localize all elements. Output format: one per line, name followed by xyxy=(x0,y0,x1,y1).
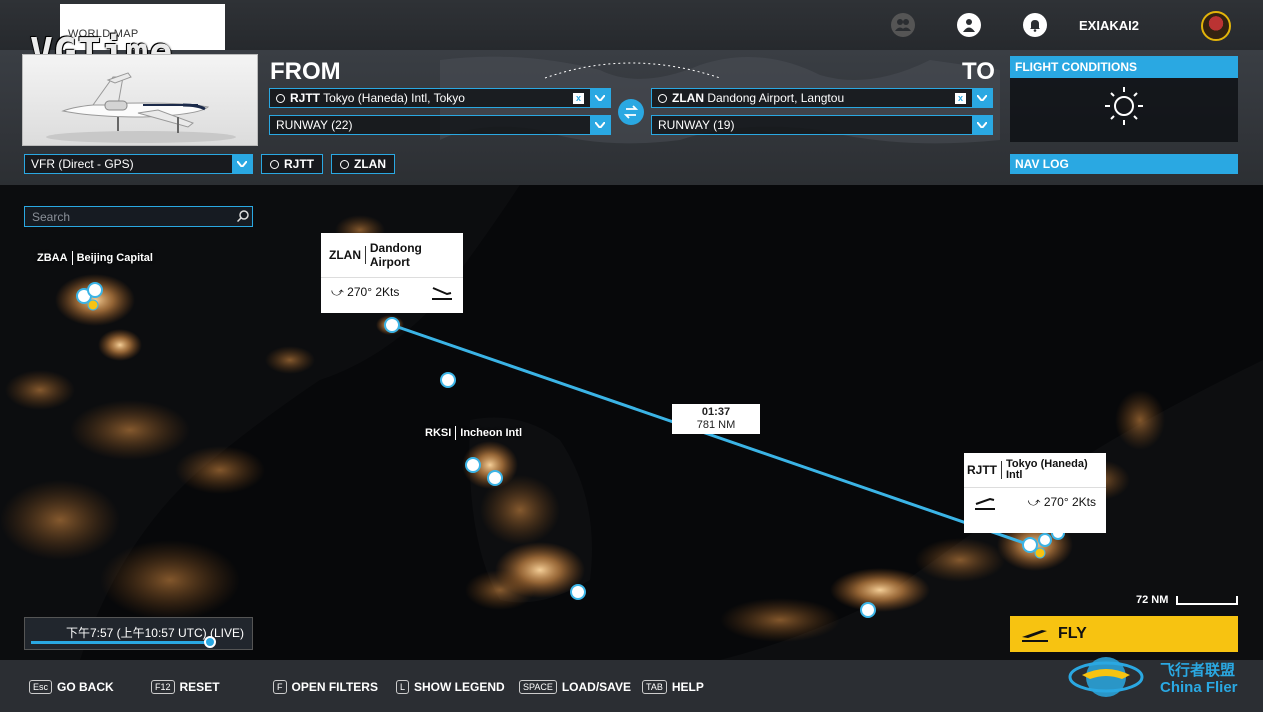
airport-icon xyxy=(340,159,349,169)
chevron-down-icon[interactable] xyxy=(590,89,610,107)
departure-runway-select[interactable]: RUNWAY (22) xyxy=(269,115,611,135)
takeoff-icon xyxy=(975,497,995,510)
time-of-day-panel[interactable]: 下午7:57 (上午10:57 UTC) (LIVE) xyxy=(24,617,253,650)
card-wind: 270° 2Kts xyxy=(1043,494,1096,509)
airport-icon xyxy=(658,93,667,103)
departure-runway: RUNWAY (22) xyxy=(276,118,353,132)
open-filters-button[interactable]: F OPEN FILTERS xyxy=(273,680,378,694)
flight-plan-mode: VFR (Direct - GPS) xyxy=(31,157,134,171)
map-search-input[interactable]: Search xyxy=(24,206,253,227)
friends-icon[interactable] xyxy=(891,13,915,37)
map-canvas xyxy=(0,185,1263,660)
departure-icao: RJTT xyxy=(290,91,320,105)
flight-plan-mode-select[interactable]: VFR (Direct - GPS) xyxy=(24,154,253,174)
takeoff-icon xyxy=(1022,630,1048,642)
clear-departure-icon[interactable]: x xyxy=(573,92,584,104)
chevron-down-icon[interactable] xyxy=(232,155,252,173)
profile-icon[interactable] xyxy=(957,13,981,37)
chevron-down-icon[interactable] xyxy=(590,116,610,134)
clear-arrival-icon[interactable]: x xyxy=(955,92,966,104)
departure-name: Tokyo (Haneda) Intl, Tokyo xyxy=(323,91,465,105)
time-slider-handle[interactable] xyxy=(203,636,216,648)
china-flier-watermark: 飞行者联盟 China Flier xyxy=(1160,662,1238,696)
origin-airport-card[interactable]: RJTT Tokyo (Haneda) Intl ⤻ 270° 2Kts xyxy=(964,453,1106,533)
go-back-button[interactable]: Esc GO BACK xyxy=(29,680,114,694)
world-map[interactable] xyxy=(0,185,1263,660)
rksi-label[interactable]: RKSI Incheon Intl xyxy=(425,426,522,440)
card-airport-name: Tokyo (Haneda) Intl xyxy=(1005,458,1088,481)
route-distance: 781 NM xyxy=(696,419,736,431)
wind-icon: ⤻ xyxy=(331,284,344,299)
zbaa-label[interactable]: ZBAA Beijing Capital xyxy=(37,251,153,265)
from-label: FROM xyxy=(270,58,341,85)
load-save-button[interactable]: SPACE LOAD/SAVE xyxy=(519,680,631,694)
arrival-runway-select[interactable]: RUNWAY (19) xyxy=(651,115,993,135)
chevron-down-icon[interactable] xyxy=(972,89,992,107)
route-info-box: 01:37 781 NM xyxy=(672,404,760,434)
fly-label: FLY xyxy=(1058,625,1087,642)
waypoint-rjtt-button[interactable]: RJTT xyxy=(261,154,323,174)
notification-bell-icon[interactable] xyxy=(1023,13,1047,37)
sun-icon xyxy=(1105,87,1143,125)
waypoint-label: RJTT xyxy=(284,157,314,171)
card-wind: 270° 2Kts xyxy=(347,284,400,299)
aircraft-thumbnail[interactable] xyxy=(22,54,258,146)
swap-icon xyxy=(624,105,638,119)
china-flier-logo-icon xyxy=(1068,657,1144,697)
to-label: TO xyxy=(962,58,995,85)
map-scale-bar xyxy=(1176,596,1238,605)
card-icao: ZLAN xyxy=(329,248,361,262)
time-slider-track[interactable] xyxy=(31,641,210,644)
chevron-down-icon[interactable] xyxy=(972,116,992,134)
departure-airport-select[interactable]: RJTT Tokyo (Haneda) Intl, Tokyo x xyxy=(269,88,611,108)
flight-conditions-panel[interactable] xyxy=(1010,78,1238,142)
airport-icon xyxy=(270,159,279,169)
rjtt-marker[interactable] xyxy=(1022,537,1038,553)
avatar[interactable] xyxy=(1201,11,1231,41)
card-airport-name: Dandong Airport xyxy=(369,241,422,269)
arrival-airport-select[interactable]: ZLAN Dandong Airport, Langtou x xyxy=(651,88,993,108)
time-text: 下午7:57 (上午10:57 UTC) (LIVE) xyxy=(65,626,244,640)
search-icon[interactable] xyxy=(236,209,249,227)
business-jet-image xyxy=(46,72,236,143)
wind-icon: ⤻ xyxy=(1027,494,1041,509)
reset-button[interactable]: F12 RESET xyxy=(151,680,220,694)
waypoint-zlan-button[interactable]: ZLAN xyxy=(331,154,395,174)
show-legend-button[interactable]: L SHOW LEGEND xyxy=(396,680,505,694)
waypoint-label: ZLAN xyxy=(354,157,386,171)
nav-log-button[interactable]: NAV LOG xyxy=(1010,154,1238,174)
arrival-runway: RUNWAY (19) xyxy=(658,118,735,132)
card-icao: RJTT xyxy=(967,463,997,477)
swap-airports-button[interactable] xyxy=(618,99,644,125)
destination-airport-card[interactable]: ZLAN Dandong Airport ⤻ 270° 2Kts xyxy=(321,233,463,313)
help-button[interactable]: TAB HELP xyxy=(642,680,704,694)
zlan-marker[interactable] xyxy=(384,317,400,333)
flight-conditions-title[interactable]: FLIGHT CONDITIONS xyxy=(1010,56,1238,78)
route-time: 01:37 xyxy=(701,406,731,418)
username[interactable]: EXIAKAI2 xyxy=(1079,18,1139,33)
airport-icon xyxy=(276,93,285,103)
arrival-icao: ZLAN xyxy=(672,91,704,105)
landing-icon xyxy=(432,287,452,300)
map-scale-label: 72 NM xyxy=(1136,594,1169,606)
arrival-name: Dandong Airport, Langtou xyxy=(707,91,845,105)
